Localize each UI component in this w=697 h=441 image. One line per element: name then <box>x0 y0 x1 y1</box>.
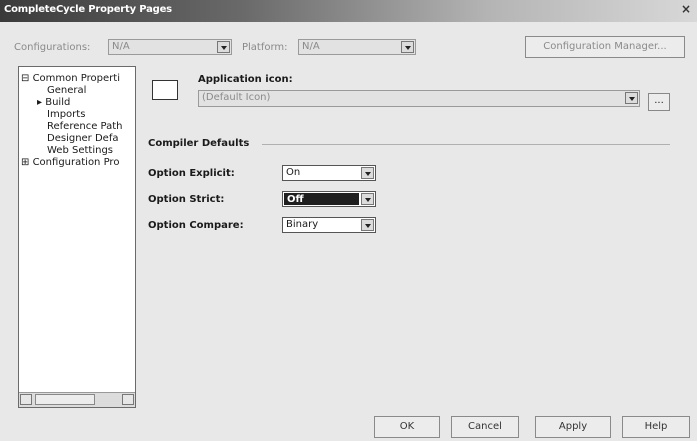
configurations-label: Configurations: <box>14 42 91 53</box>
chevron-down-icon[interactable] <box>401 41 414 53</box>
tree-item-build[interactable]: ▸ Build <box>37 97 70 109</box>
property-tree[interactable]: ⊟ Common Properti General ▸ Build Import… <box>18 66 136 408</box>
configurations-dropdown[interactable]: N/A <box>108 39 232 55</box>
application-icon-preview <box>152 80 178 100</box>
chevron-down-icon[interactable] <box>217 41 230 53</box>
application-icon-dropdown[interactable]: (Default Icon) <box>198 90 640 107</box>
help-button[interactable]: Help <box>622 416 690 438</box>
chevron-down-icon[interactable] <box>361 193 374 205</box>
tree-item-web-settings[interactable]: Web Settings <box>47 145 113 157</box>
scroll-right-icon[interactable] <box>122 394 134 405</box>
scroll-left-icon[interactable] <box>20 394 32 405</box>
chevron-down-icon[interactable] <box>361 219 374 231</box>
tree-item-general[interactable]: General <box>47 85 86 97</box>
platform-dropdown[interactable]: N/A <box>298 39 416 55</box>
tree-item-imports[interactable]: Imports <box>47 109 85 121</box>
close-icon[interactable]: × <box>679 2 693 18</box>
chevron-down-icon[interactable] <box>361 167 374 179</box>
tree-item-designer-defaults[interactable]: Designer Defa <box>47 133 118 145</box>
cancel-button[interactable]: Cancel <box>451 416 519 438</box>
option-explicit-label: Option Explicit: <box>148 168 235 179</box>
collapse-icon[interactable]: ⊟ <box>21 73 29 84</box>
platform-value: N/A <box>302 41 320 52</box>
apply-button[interactable]: Apply <box>535 416 611 438</box>
tree-horizontal-scrollbar[interactable] <box>19 392 135 407</box>
option-compare-value: Binary <box>286 219 319 230</box>
configurations-value: N/A <box>112 41 130 52</box>
configuration-manager-button[interactable]: Configuration Manager... <box>525 36 685 58</box>
application-icon-label: Application icon: <box>198 74 293 85</box>
section-divider <box>262 144 670 145</box>
option-compare-label: Option Compare: <box>148 220 244 231</box>
tree-item-common-properties[interactable]: ⊟ Common Properti <box>21 73 120 85</box>
expand-icon[interactable]: ⊞ <box>21 157 29 168</box>
scroll-thumb[interactable] <box>35 394 95 405</box>
platform-label: Platform: <box>242 42 288 53</box>
ok-button[interactable]: OK <box>374 416 440 438</box>
window-title: CompleteCycle Property Pages <box>4 4 172 15</box>
title-bar: CompleteCycle Property Pages × <box>0 0 697 22</box>
option-compare-dropdown[interactable]: Binary <box>282 217 376 233</box>
option-strict-label: Option Strict: <box>148 194 225 205</box>
option-explicit-dropdown[interactable]: On <box>282 165 376 181</box>
compiler-defaults-title: Compiler Defaults <box>148 138 250 149</box>
option-strict-dropdown[interactable]: Off <box>282 191 376 207</box>
tree-item-configuration-properties[interactable]: ⊞ Configuration Pro <box>21 157 119 169</box>
tree-item-reference-path[interactable]: Reference Path <box>47 121 123 133</box>
pointer-icon: ▸ <box>37 97 43 108</box>
option-explicit-value: On <box>286 167 301 178</box>
chevron-down-icon[interactable] <box>625 92 638 104</box>
application-icon-value: (Default Icon) <box>202 92 271 103</box>
browse-icon-button[interactable]: ... <box>648 93 670 111</box>
option-strict-value: Off <box>287 194 304 205</box>
